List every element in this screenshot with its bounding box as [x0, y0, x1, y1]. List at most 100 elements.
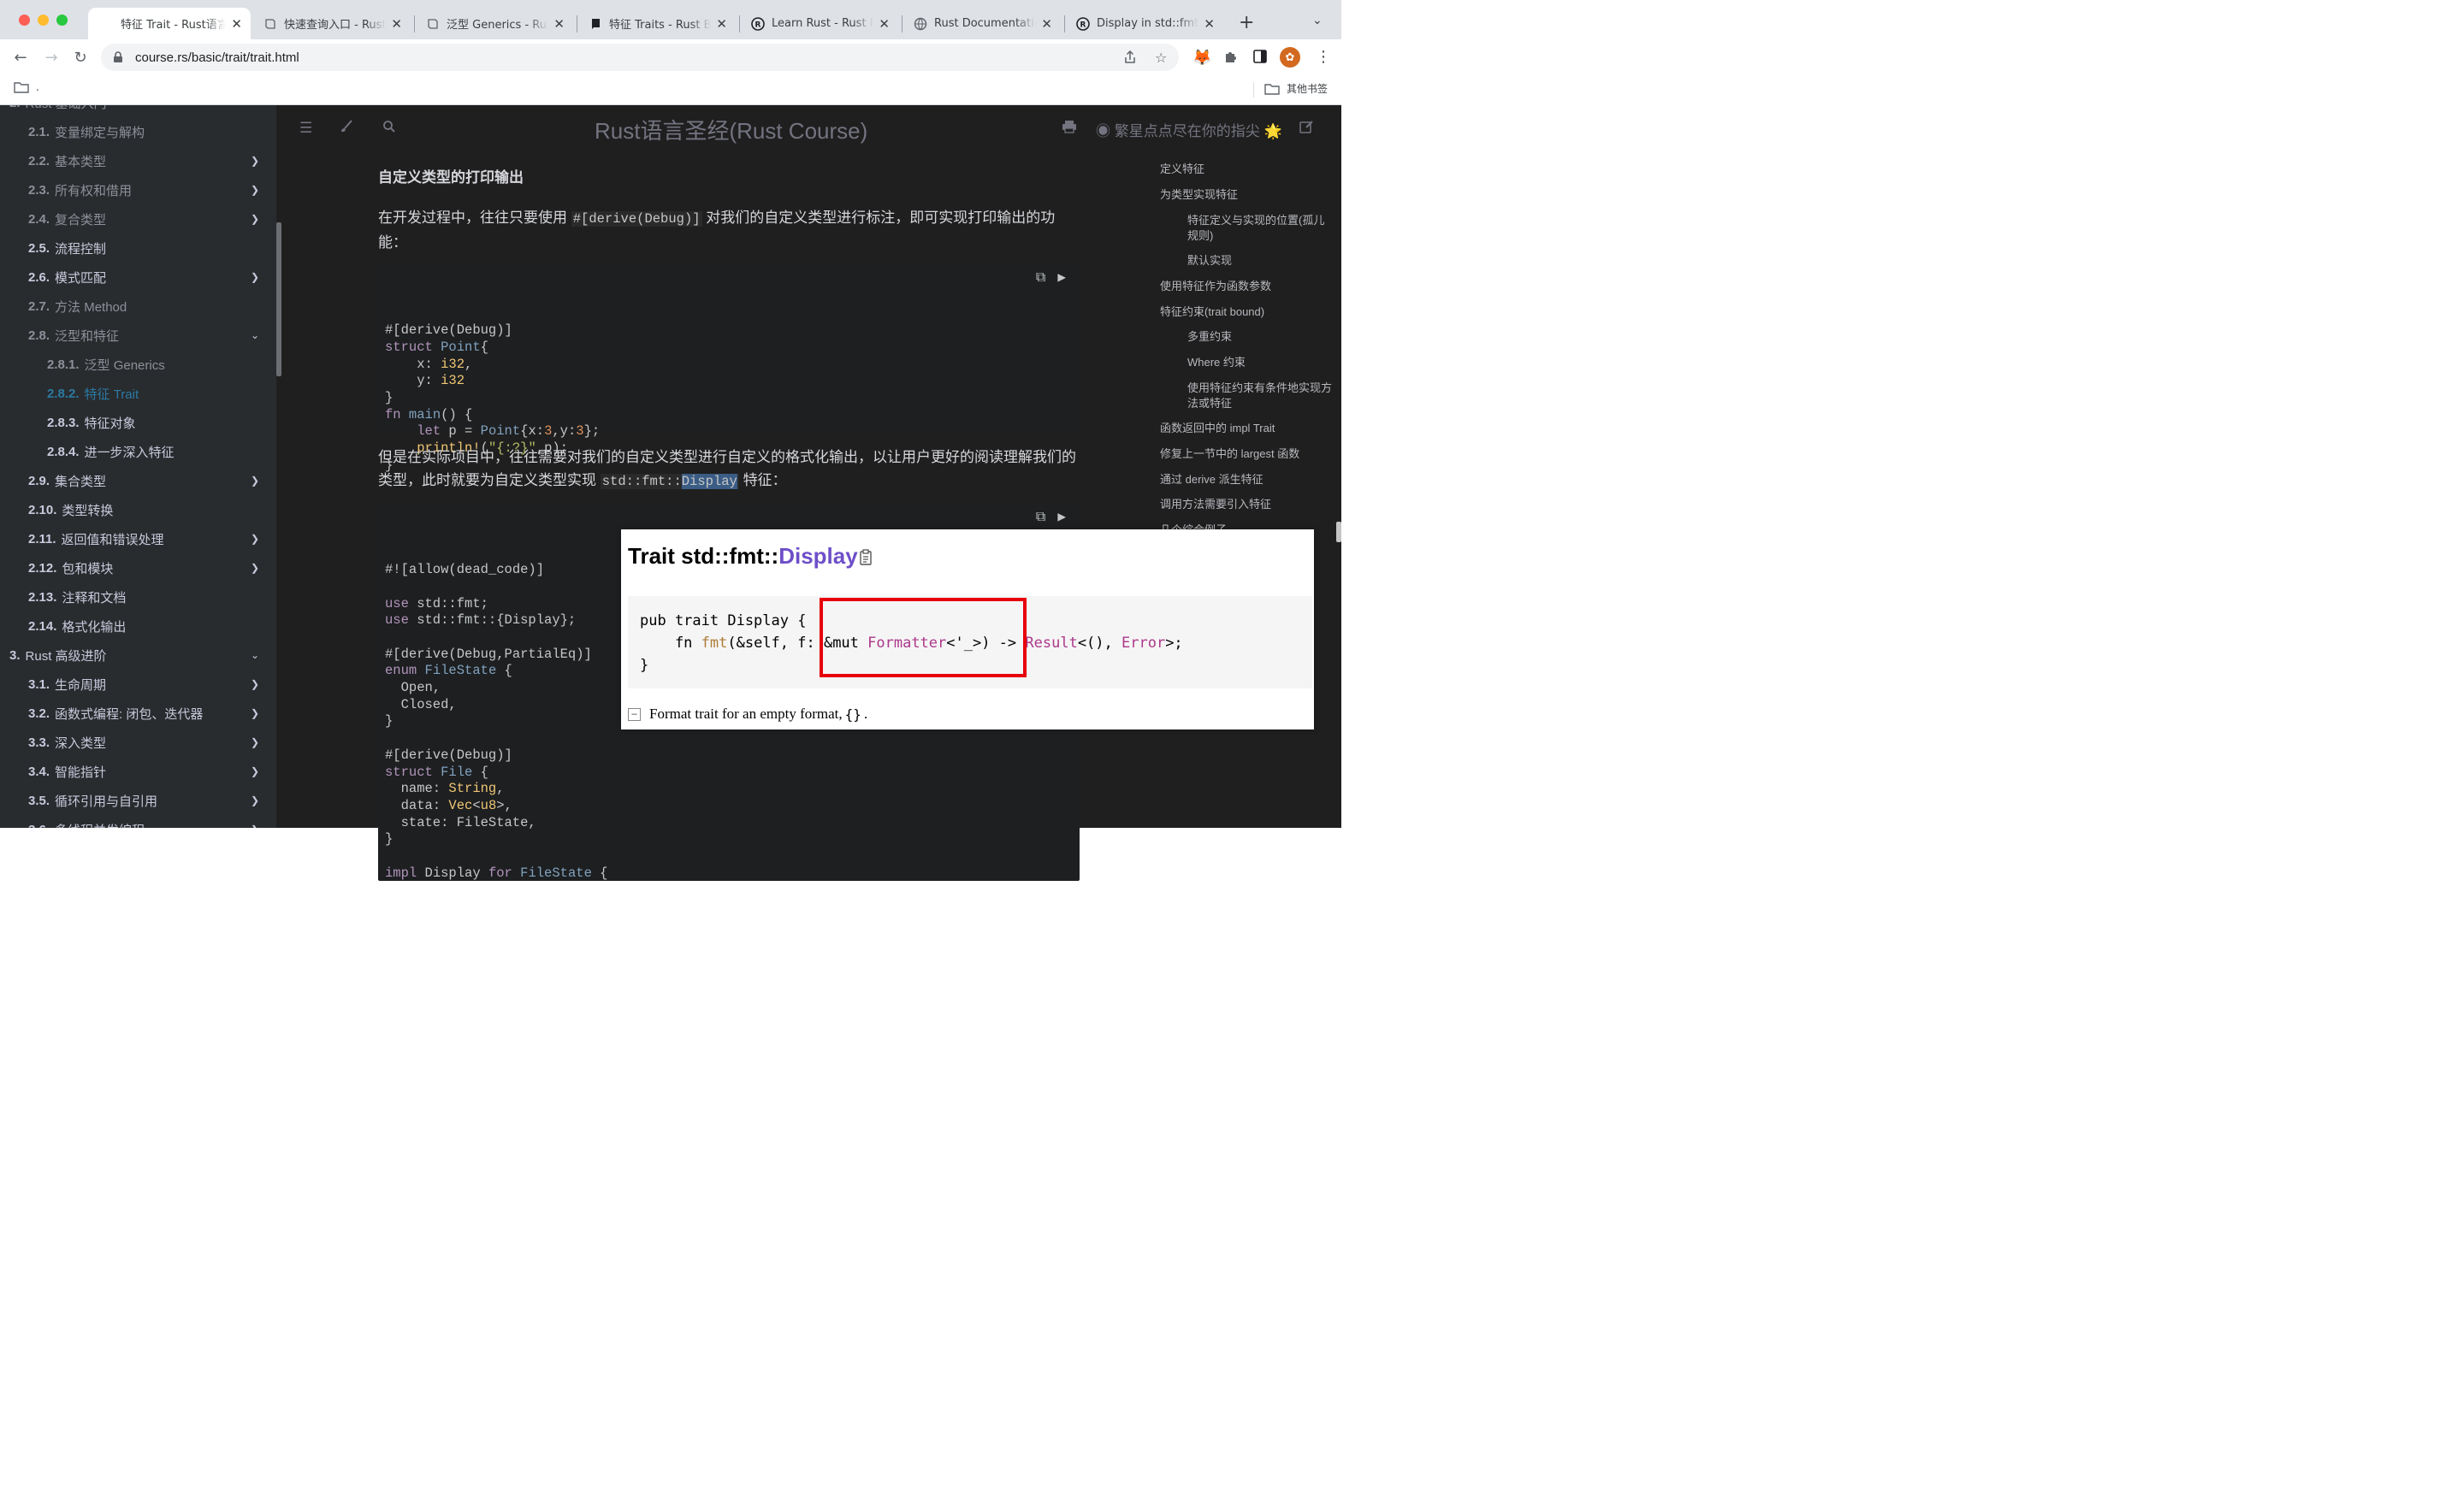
sidebar-item[interactable]: 2.5. 流程控制 — [0, 235, 276, 261]
share-icon[interactable] — [1124, 44, 1136, 71]
toc-link[interactable]: 函数返回中的 impl Trait — [1160, 421, 1335, 436]
toc-scrollbar[interactable] — [1336, 522, 1341, 542]
chevron-right-icon[interactable]: ❯ — [251, 213, 259, 225]
close-icon[interactable]: ✕ — [391, 16, 402, 32]
toc-link[interactable]: 使用特征作为函数参数 — [1160, 279, 1335, 294]
collapse-toggle[interactable]: − — [628, 707, 641, 721]
bookmark-folder-others[interactable]: 其他书签 — [1264, 81, 1328, 96]
close-icon[interactable]: ✕ — [1041, 16, 1052, 32]
toc-link[interactable]: 多重约束 — [1187, 329, 1334, 345]
new-tab-button[interactable]: + — [1239, 12, 1254, 33]
hamburger-menu-icon[interactable]: ☰ — [299, 120, 312, 137]
toc-link[interactable]: 特征约束(trait bound) — [1160, 304, 1335, 320]
chevron-right-icon[interactable]: ❯ — [251, 475, 259, 487]
sidebar-item[interactable]: 3.1. 生命周期 ❯ — [0, 671, 276, 697]
chevron-right-icon[interactable]: ❯ — [251, 765, 259, 777]
bookmark-folder-root[interactable]: . — [14, 81, 39, 93]
fn-name[interactable]: fmt — [701, 635, 728, 652]
sidebar-item[interactable]: 3. Rust 高级进阶 ⌄ — [0, 642, 276, 668]
toc-link[interactable]: 使用特征约束有条件地实现方法或特征 — [1187, 381, 1334, 411]
kebab-menu-icon[interactable]: ⋮ — [1316, 48, 1331, 66]
toc-link[interactable]: 通过 derive 派生特征 — [1160, 472, 1335, 487]
close-icon[interactable]: ✕ — [553, 16, 565, 32]
sidebar-item[interactable]: 2.11. 返回值和错误处理 ❯ — [0, 526, 276, 552]
github-link[interactable]: ◉ 繁星点点尽在你的指尖 🌟 — [1096, 119, 1282, 140]
forward-arrow-icon[interactable]: → — [39, 45, 63, 69]
sidebar-item[interactable]: 2.12. 包和模块 ❯ — [0, 555, 276, 581]
run-play-icon[interactable]: ▶ — [1057, 510, 1066, 527]
chevron-right-icon[interactable]: ❯ — [251, 678, 259, 690]
chevron-right-icon[interactable]: ❯ — [251, 736, 259, 748]
sidebar-item[interactable]: 2. Rust 基础入门 — [0, 105, 276, 115]
search-icon[interactable] — [382, 120, 396, 133]
url-text[interactable]: course.rs/basic/trait/trait.html — [135, 50, 299, 65]
sidebar-item[interactable]: 2.2. 基本类型 ❯ — [0, 148, 276, 174]
selected-text-display[interactable]: Display — [681, 474, 737, 489]
maximize-window-button[interactable] — [56, 15, 68, 26]
sidebar-item[interactable]: 3.5. 循环引用与自引用 ❯ — [0, 788, 276, 813]
tab-rust-documentation[interactable]: Rust Documentation ✕ — [905, 8, 1061, 39]
toc-link[interactable]: Where 约束 — [1187, 355, 1334, 370]
sidebar-item[interactable]: 2.8.2. 特征 Trait — [0, 381, 276, 406]
type-error[interactable]: Error — [1121, 635, 1165, 652]
chevron-right-icon[interactable]: ❯ — [251, 184, 259, 196]
toc-link[interactable]: 修复上一节中的 largest 函数 — [1160, 446, 1335, 462]
metamask-fox-icon[interactable]: 🦊 — [1192, 49, 1211, 67]
sidebar-item[interactable]: 2.6. 模式匹配 ❯ — [0, 264, 276, 290]
toc-link[interactable]: 默认实现 — [1187, 253, 1334, 269]
address-bar[interactable]: course.rs/basic/trait/trait.html ☆ — [101, 44, 1179, 71]
sidebar-item[interactable]: 2.4. 复合类型 ❯ — [0, 206, 276, 232]
reload-icon[interactable]: ↻ — [68, 45, 92, 69]
sidebar-item[interactable]: 3.6. 多线程并发编程 ❯ — [0, 817, 276, 829]
sidebar-item[interactable]: 2.7. 方法 Method — [0, 293, 276, 319]
tab-learn-rust[interactable]: R Learn Rust - Rust P ✕ — [743, 8, 898, 39]
sidebar-item[interactable]: 3.2. 函数式编程: 闭包、迭代器 ❯ — [0, 700, 276, 726]
chevron-right-icon[interactable]: ❯ — [251, 155, 259, 167]
chevron-right-icon[interactable]: ❯ — [251, 271, 259, 283]
sidebar-item[interactable]: 2.8.1. 泛型 Generics — [0, 351, 276, 377]
close-window-button[interactable] — [19, 15, 30, 26]
chevron-down-icon[interactable]: ⌄ — [251, 329, 259, 341]
sidebar-item[interactable]: 2.1. 变量绑定与解构 — [0, 119, 276, 145]
chevron-right-icon[interactable]: ❯ — [251, 707, 259, 719]
sidebar-item[interactable]: 2.9. 集合类型 ❯ — [0, 468, 276, 493]
back-arrow-icon[interactable]: ← — [9, 45, 33, 69]
copy-icon[interactable]: ⧉ — [1036, 270, 1045, 287]
copy-icon[interactable]: ⧉ — [1036, 510, 1045, 527]
chevron-right-icon[interactable]: ❯ — [251, 824, 259, 828]
profile-avatar[interactable]: ✿ — [1280, 47, 1300, 68]
toc-link[interactable]: 为类型实现特征 — [1160, 187, 1335, 203]
toc-link[interactable]: 特征定义与实现的位置(孤儿规则) — [1187, 213, 1334, 244]
sidebar-item[interactable]: 2.8.3. 特征对象 — [0, 410, 276, 435]
sidebar-item[interactable]: 3.4. 智能指针 ❯ — [0, 759, 276, 784]
sidebar-item[interactable]: 2.3. 所有权和借用 ❯ — [0, 177, 276, 203]
tab-quick-query[interactable]: 快速查询入口 - Rust ✕ — [255, 8, 411, 39]
close-icon[interactable]: ✕ — [1204, 16, 1215, 32]
sidebar-item[interactable]: 2.14. 格式化输出 — [0, 613, 276, 639]
run-play-icon[interactable]: ▶ — [1057, 270, 1066, 287]
sidebar-item[interactable]: 2.8.4. 进一步深入特征 — [0, 439, 276, 464]
bookmark-star-icon[interactable]: ☆ — [1155, 44, 1167, 71]
lock-icon[interactable] — [113, 51, 125, 63]
tab-display-std-fmt[interactable]: R Display in std::fmt ✕ — [1068, 8, 1223, 39]
sidebar-item[interactable]: 3.3. 深入类型 ❯ — [0, 729, 276, 755]
close-icon[interactable]: ✕ — [716, 16, 727, 32]
close-icon[interactable]: ✕ — [879, 16, 890, 32]
edit-icon[interactable] — [1299, 120, 1314, 133]
toc-link[interactable]: 定义特征 — [1160, 162, 1335, 177]
extensions-puzzle-icon[interactable] — [1223, 49, 1239, 64]
print-icon[interactable] — [1062, 120, 1077, 133]
chevron-right-icon[interactable]: ❯ — [251, 562, 259, 574]
trait-name[interactable]: Display — [778, 543, 858, 569]
chevron-right-icon[interactable]: ❯ — [251, 794, 259, 806]
toc-link[interactable]: 调用方法需要引入特征 — [1160, 497, 1335, 512]
chevron-down-icon[interactable]: ⌄ — [251, 649, 259, 661]
sidebar-item[interactable]: 2.10. 类型转换 — [0, 497, 276, 523]
chevron-right-icon[interactable]: ❯ — [251, 533, 259, 545]
type-result[interactable]: Result — [1025, 635, 1077, 652]
minimize-window-button[interactable] — [38, 15, 49, 26]
sidebar-item[interactable]: 2.13. 注释和文档 — [0, 584, 276, 610]
tab-traits-by-example[interactable]: 特征 Traits - Rust By ✕ — [580, 8, 736, 39]
theme-brush-icon[interactable] — [340, 120, 353, 133]
copy-path-icon[interactable] — [859, 549, 874, 566]
